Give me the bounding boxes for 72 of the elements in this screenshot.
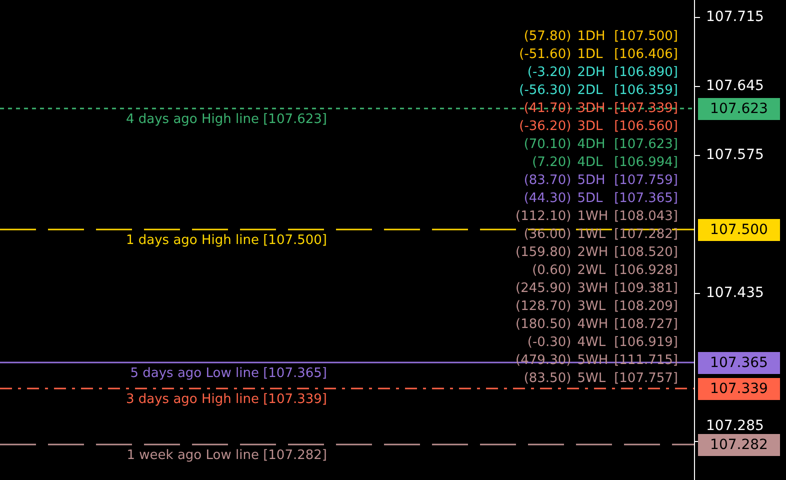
level-name: 1DL <box>577 46 604 64</box>
change-value: (159.80) <box>516 244 572 262</box>
level-price: [107.282] <box>614 226 678 244</box>
axis-price-label: 107.285 <box>706 418 764 434</box>
change-value: (-56.30) <box>518 82 572 100</box>
level-price: [108.209] <box>614 298 678 316</box>
level-label: 5 days ago Low line [107.365] <box>130 366 327 382</box>
level-name: 4WH <box>577 316 608 334</box>
level-price: [106.928] <box>614 262 678 280</box>
level-name: 3WH <box>577 280 608 298</box>
level-name: 4DH <box>577 136 606 154</box>
price-tag: 107.623 <box>698 98 780 120</box>
level-price: [108.043] <box>614 208 678 226</box>
change-value: (41.70) <box>522 100 572 118</box>
level-label: 3 days ago High line [107.339] <box>126 392 327 408</box>
level-price: [107.339] <box>614 100 678 118</box>
axis-price-label: 107.575 <box>706 146 764 163</box>
level-name: 1WL <box>577 226 607 244</box>
change-value: (0.60) <box>531 262 572 280</box>
change-value: (70.10) <box>522 136 572 154</box>
price-tag: 107.282 <box>698 434 780 456</box>
price-tag: 107.339 <box>698 378 780 400</box>
level-price: [106.560] <box>614 118 678 136</box>
level-price: [108.727] <box>614 316 678 334</box>
level-price: [106.406] <box>614 46 678 64</box>
level-name: 2DH <box>577 64 606 82</box>
level-price: [107.623] <box>614 136 678 154</box>
level-label: 4 days ago High line [107.623] <box>126 112 327 128</box>
change-value: (245.90) <box>516 280 572 298</box>
level-name: 5DL <box>577 190 604 208</box>
level-name: 5DH <box>577 172 606 190</box>
level-price: [107.759] <box>614 172 678 190</box>
level-name: 2WH <box>577 244 608 262</box>
price-tag: 107.500 <box>698 218 780 240</box>
level-name: 3DH <box>577 100 606 118</box>
change-value: (-0.30) <box>526 334 572 352</box>
level-label: 1 days ago High line [107.500] <box>126 232 327 248</box>
axis-price-label: 107.715 <box>706 9 764 25</box>
level-price: [106.890] <box>614 64 678 82</box>
change-value: (83.70) <box>522 172 572 190</box>
level-name: 1WH <box>577 208 608 226</box>
level-name: 3WL <box>577 298 607 316</box>
change-value: (44.30) <box>522 190 572 208</box>
level-name: 3DL <box>577 118 604 136</box>
change-value: (-3.20) <box>526 64 572 82</box>
change-value: (7.20) <box>531 154 572 172</box>
level-price: [107.500] <box>614 28 678 46</box>
change-value: (57.80) <box>522 28 572 46</box>
level-price: [108.520] <box>614 244 678 262</box>
price-tag: 107.365 <box>698 352 780 374</box>
change-value: (-51.60) <box>518 46 572 64</box>
axis-price-label: 107.435 <box>706 284 764 301</box>
level-price: [106.919] <box>614 334 678 352</box>
change-value: (180.50) <box>516 316 572 334</box>
level-price: [107.757] <box>614 370 678 388</box>
change-value: (112.10) <box>516 208 572 226</box>
change-value: (83.50) <box>522 370 572 388</box>
level-price: [106.359] <box>614 82 678 100</box>
axis-price-label: 107.645 <box>706 78 764 94</box>
level-price: [107.365] <box>614 190 678 208</box>
level-price: [106.994] <box>614 154 678 172</box>
level-price: [109.381] <box>614 280 678 298</box>
change-value: (128.70) <box>516 298 572 316</box>
change-value: (-36.20) <box>518 118 572 136</box>
level-name: 2DL <box>577 82 604 100</box>
level-label: 1 week ago Low line [107.282] <box>126 448 327 464</box>
level-name: 4WL <box>577 334 607 352</box>
level-name: 5WL <box>577 370 607 388</box>
level-name: 1DH <box>577 28 606 46</box>
change-value: (36.00) <box>522 226 572 244</box>
level-name: 4DL <box>577 154 604 172</box>
level-name: 2WL <box>577 262 607 280</box>
